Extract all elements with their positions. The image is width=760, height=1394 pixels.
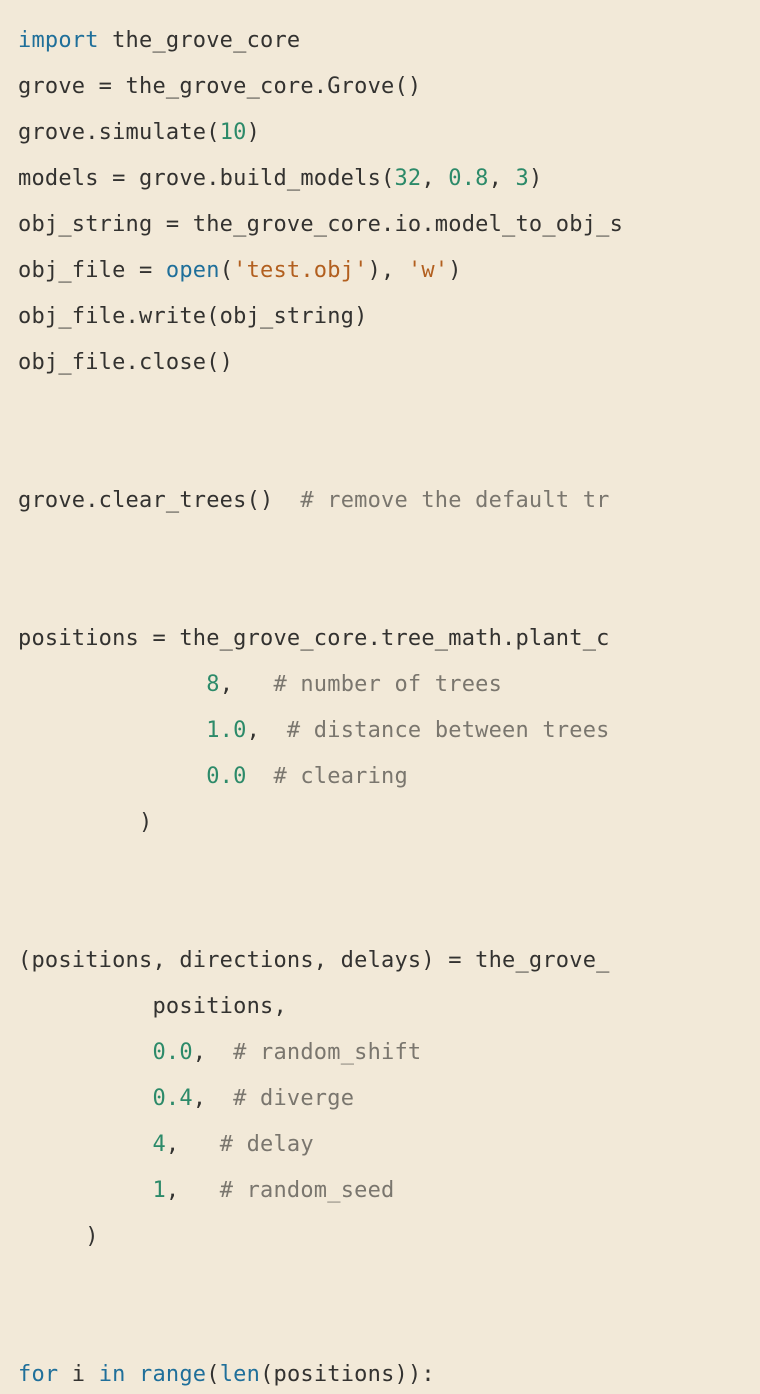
code-token-com: # random_seed <box>220 1178 395 1203</box>
code-token-num: 0.0 <box>206 764 246 789</box>
code-token-id: , <box>247 718 287 743</box>
code-token-id <box>18 1132 152 1157</box>
code-token-id: obj_file.write(obj_string) <box>18 304 368 329</box>
code-line: 0.0 # clearing <box>18 754 760 800</box>
code-token-id: positions = the_grove_core.tree_math.pla… <box>18 626 610 651</box>
code-line: 0.0, # random_shift <box>18 1030 760 1076</box>
code-token-com: # remove the default tr <box>300 488 609 513</box>
code-line: ) <box>18 800 760 846</box>
code-token-com: # delay <box>220 1132 314 1157</box>
code-token-id: grove = the_grove_core.Grove() <box>18 74 421 99</box>
code-line: 8, # number of trees <box>18 662 760 708</box>
code-line <box>18 570 760 616</box>
code-token-kw: for <box>18 1362 58 1387</box>
code-token-id: ) <box>18 810 152 835</box>
code-token-num: 3 <box>515 166 528 191</box>
code-token-com: # clearing <box>273 764 407 789</box>
code-token-id: positions, <box>18 994 287 1019</box>
code-token-id <box>18 672 206 697</box>
code-token-com: # random_shift <box>233 1040 421 1065</box>
code-token-id: ), <box>368 258 408 283</box>
code-line: import the_grove_core <box>18 18 760 64</box>
code-line <box>18 432 760 478</box>
code-token-num: 10 <box>220 120 247 145</box>
code-token-id <box>18 764 206 789</box>
code-token-id: grove.simulate( <box>18 120 220 145</box>
code-token-com: # diverge <box>233 1086 354 1111</box>
code-token-id <box>18 1040 152 1065</box>
code-line: (positions, directions, delays) = the_gr… <box>18 938 760 984</box>
code-token-id: obj_string = the_grove_core.io.model_to_… <box>18 212 623 237</box>
code-line <box>18 892 760 938</box>
code-token-id: , <box>421 166 448 191</box>
code-token-str: 'test.obj' <box>233 258 367 283</box>
code-token-com: # distance between trees <box>287 718 610 743</box>
code-token-num: 0.8 <box>448 166 488 191</box>
code-token-num: 4 <box>152 1132 165 1157</box>
code-line: obj_file.close() <box>18 340 760 386</box>
code-token-id: ( <box>206 1362 219 1387</box>
code-token-id: ) <box>529 166 542 191</box>
code-line: 0.4, # diverge <box>18 1076 760 1122</box>
code-line: ) <box>18 1214 760 1260</box>
code-line: obj_file = open('test.obj'), 'w') <box>18 248 760 294</box>
code-line: 1.0, # distance between trees <box>18 708 760 754</box>
code-token-num: 1 <box>152 1178 165 1203</box>
code-token-num: 8 <box>206 672 219 697</box>
code-token-fn: range <box>139 1362 206 1387</box>
code-line: obj_string = the_grove_core.io.model_to_… <box>18 202 760 248</box>
code-token-id: ( <box>220 258 233 283</box>
code-token-id: , <box>193 1086 233 1111</box>
code-line: grove = the_grove_core.Grove() <box>18 64 760 110</box>
code-token-id: obj_file = <box>18 258 166 283</box>
code-token-id <box>247 764 274 789</box>
code-line <box>18 386 760 432</box>
code-token-com: # number of trees <box>273 672 502 697</box>
code-token-fn: open <box>166 258 220 283</box>
code-line: grove.clear_trees() # remove the default… <box>18 478 760 524</box>
code-token-id: obj_file.close() <box>18 350 233 375</box>
code-token-id: ) <box>18 1224 99 1249</box>
code-token-id: grove.clear_trees() <box>18 488 300 513</box>
code-block: import the_grove_coregrove = the_grove_c… <box>0 0 760 1394</box>
code-line: grove.simulate(10) <box>18 110 760 156</box>
code-token-id: , <box>220 672 274 697</box>
code-line: 4, # delay <box>18 1122 760 1168</box>
code-token-id: , <box>193 1040 233 1065</box>
code-line: for i in range(len(positions)): <box>18 1352 760 1394</box>
code-line: obj_file.write(obj_string) <box>18 294 760 340</box>
code-token-id: , <box>489 166 516 191</box>
code-token-num: 0.4 <box>152 1086 192 1111</box>
code-token-id: , <box>166 1178 220 1203</box>
code-token-id: ) <box>247 120 260 145</box>
code-line <box>18 1260 760 1306</box>
code-token-num: 1.0 <box>206 718 246 743</box>
code-token-id: (positions, directions, delays) = the_gr… <box>18 948 610 973</box>
code-token-num: 0.0 <box>152 1040 192 1065</box>
code-token-id: i <box>58 1362 98 1387</box>
code-line: positions = the_grove_core.tree_math.pla… <box>18 616 760 662</box>
code-token-fn: len <box>220 1362 260 1387</box>
code-token-id <box>18 1086 152 1111</box>
code-token-str: 'w' <box>408 258 448 283</box>
code-token-id: ) <box>448 258 461 283</box>
code-token-id: (positions)): <box>260 1362 435 1387</box>
code-token-id <box>126 1362 139 1387</box>
code-line <box>18 846 760 892</box>
code-token-kw: import <box>18 28 99 53</box>
code-token-kw: in <box>99 1362 126 1387</box>
code-token-id: the_grove_core <box>99 28 301 53</box>
code-token-id <box>18 1178 152 1203</box>
code-token-num: 32 <box>394 166 421 191</box>
code-line <box>18 1306 760 1352</box>
code-token-id: , <box>166 1132 220 1157</box>
code-line: 1, # random_seed <box>18 1168 760 1214</box>
code-line: positions, <box>18 984 760 1030</box>
code-line: models = grove.build_models(32, 0.8, 3) <box>18 156 760 202</box>
code-token-id: models = grove.build_models( <box>18 166 394 191</box>
code-line <box>18 524 760 570</box>
code-token-id <box>18 718 206 743</box>
